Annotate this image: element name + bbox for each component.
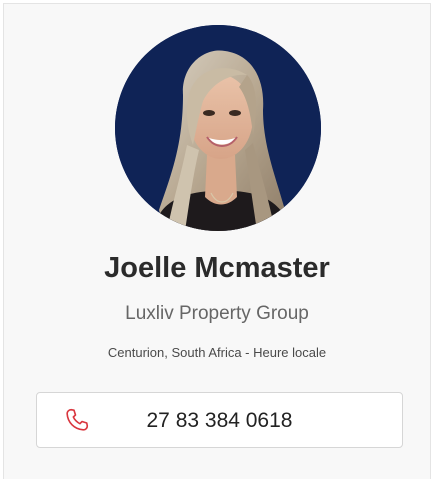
agent-card: Joelle Mcmaster Luxliv Property Group Ce… xyxy=(3,3,431,479)
agent-name: Joelle Mcmaster xyxy=(104,252,330,284)
phone-button[interactable]: 27 83 384 0618 xyxy=(36,392,403,448)
avatar xyxy=(115,25,321,231)
agent-company: Luxliv Property Group xyxy=(125,303,309,324)
agent-location: Centurion, South Africa - Heure locale xyxy=(107,345,327,360)
phone-number: 27 83 384 0618 xyxy=(146,409,293,432)
agent-portrait xyxy=(115,25,321,231)
